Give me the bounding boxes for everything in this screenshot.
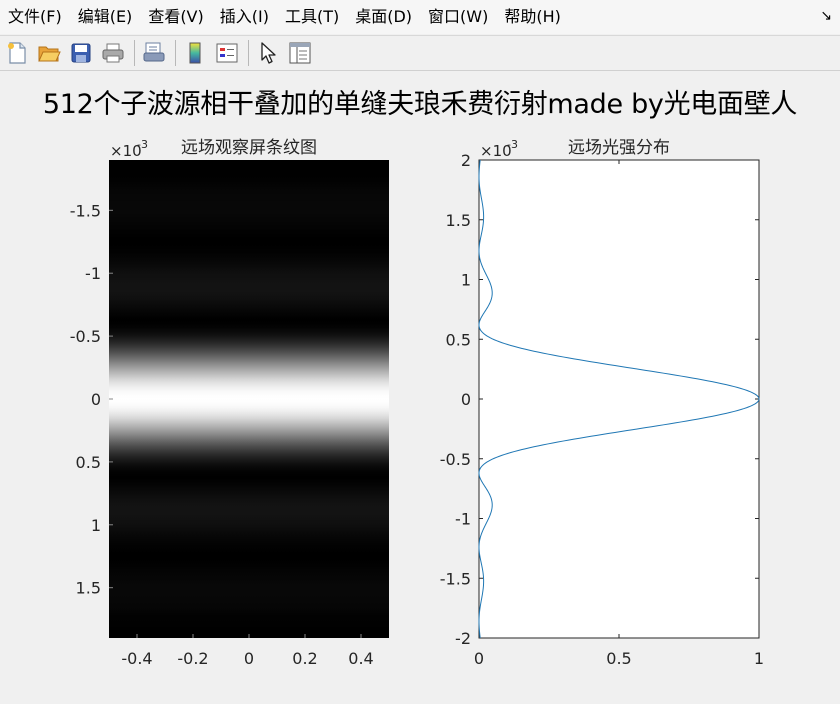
x-tick-label: 0.2 xyxy=(292,649,317,668)
y-tick-label: 0.5 xyxy=(446,330,471,349)
y-tick-label: 0 xyxy=(91,390,101,409)
heatmap-x-ticks: -0.4 -0.2 0 0.2 0.4 xyxy=(121,634,374,668)
x-tick-label: 0.4 xyxy=(348,649,373,668)
heatmap-axes[interactable]: -0.4 -0.2 0 0.2 0.4 -1.5-1-0.500.511.5 ×10 -… xyxy=(70,138,389,668)
y-tick-label: -1.5 xyxy=(440,569,471,588)
y-tick-label: -1 xyxy=(455,510,471,529)
x-tick-label: 0 xyxy=(244,649,254,668)
intensity-plot-box xyxy=(478,159,760,639)
y-tick-label: 1.5 xyxy=(446,211,471,230)
x-tick-label: 0 xyxy=(474,649,484,668)
intensity-axes[interactable]: 0 0.5 1 21.510.50-0.5-1-1.5-2 ×10 -3 远场光强分… xyxy=(440,138,764,668)
y-tick-label: -0.5 xyxy=(70,327,101,346)
y-tick-label: 1 xyxy=(91,516,101,535)
heatmap-y-exponent: -3 xyxy=(137,138,148,151)
y-tick-label: -2 xyxy=(455,629,471,648)
y-tick-label: 1 xyxy=(461,271,471,290)
y-tick-label: 0.5 xyxy=(76,453,101,472)
heatmap-title: 远场观察屏条纹图 xyxy=(181,138,317,158)
y-tick-label: -1 xyxy=(85,264,101,283)
y-tick-label: 0 xyxy=(461,390,471,409)
heatmap-y-ticks: -1.5 -1 -0.5 0 0.5 1 1.5 xyxy=(70,201,113,598)
fringe-image xyxy=(109,160,389,638)
y-tick-label: -0.5 xyxy=(440,450,471,469)
figure-canvas: -0.4 -0.2 0 0.2 0.4 -1.5-1-0.500.511.5 ×10 -… xyxy=(70,138,764,668)
x-tick-label: -0.2 xyxy=(177,649,208,668)
y-tick-label: -1.5 xyxy=(70,201,101,220)
y-tick-label: 1.5 xyxy=(76,579,101,598)
x-tick-label: 0.5 xyxy=(606,649,631,668)
intensity-y-exponent: -3 xyxy=(507,138,518,151)
x-tick-label: -0.4 xyxy=(121,649,152,668)
y-tick-label: 2 xyxy=(461,151,471,170)
intensity-title: 远场光强分布 xyxy=(568,138,670,158)
x-tick-label: 1 xyxy=(754,649,764,668)
